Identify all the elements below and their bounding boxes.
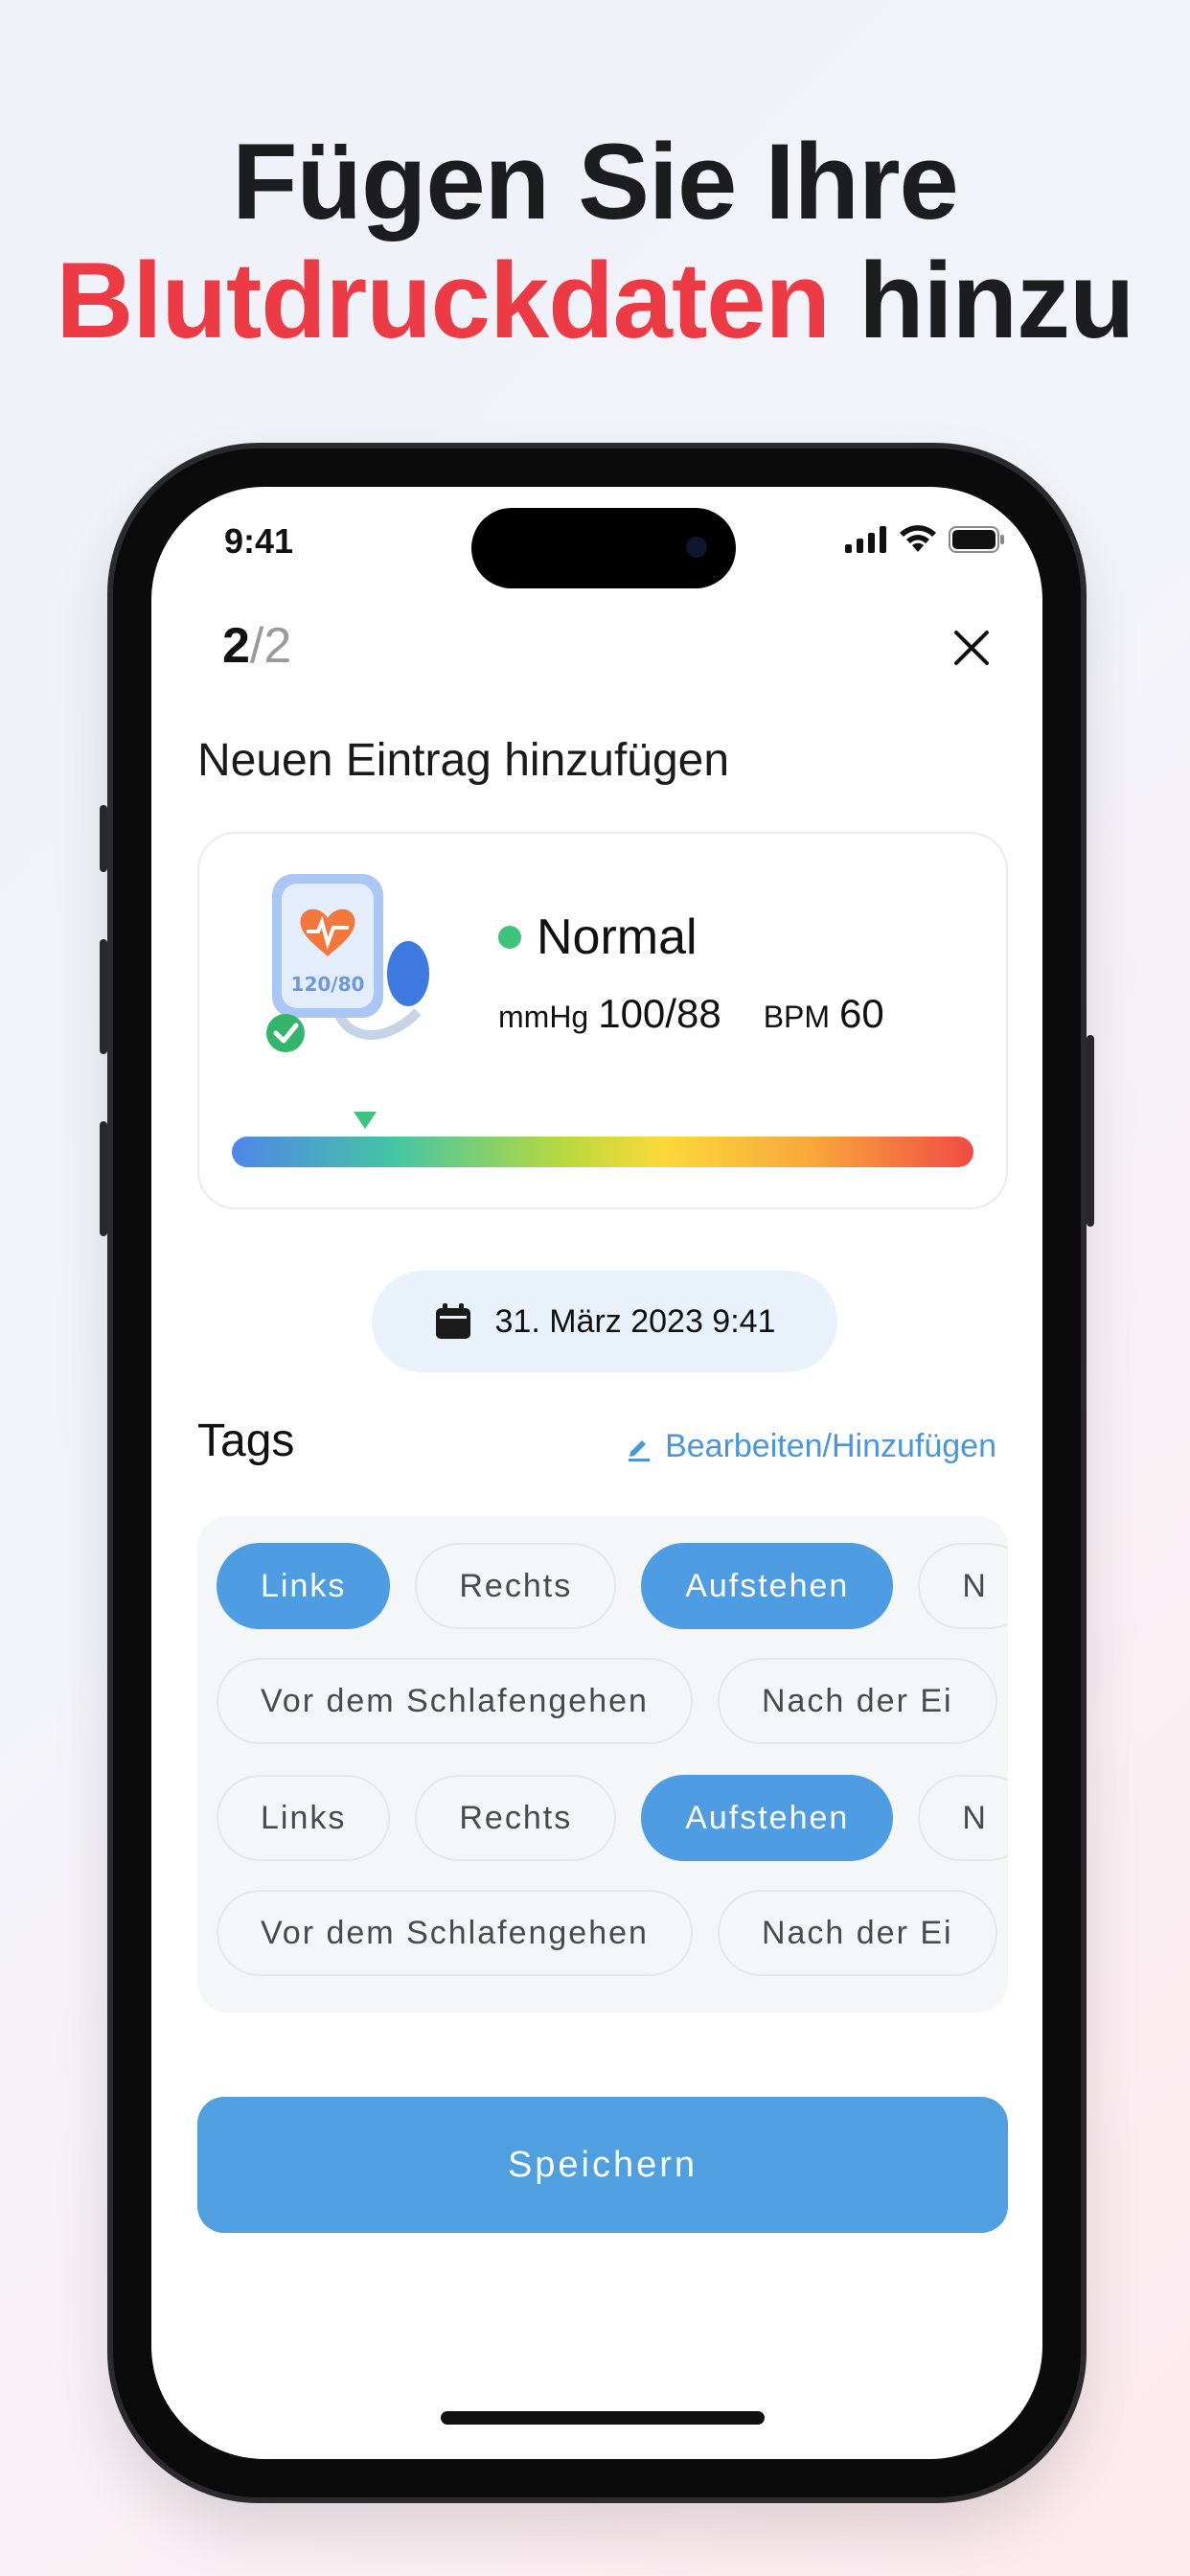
step-indicator: 2/2 <box>222 617 291 675</box>
home-indicator[interactable] <box>441 2411 765 2425</box>
tag-row: Links Rechts Aufstehen N <box>217 1775 1008 1861</box>
tags-panel: Links Rechts Aufstehen N Vor dem Schlafenge… <box>197 1516 1008 2012</box>
save-button[interactable]: Speichern <box>197 2097 1008 2233</box>
status-time: 9:41 <box>224 521 294 561</box>
page-title: Neuen Eintrag hinzufügen <box>197 735 730 786</box>
step-current: 2 <box>222 618 250 674</box>
step-total: 2 <box>263 618 292 674</box>
headline-accent: Blutdruckdaten <box>56 241 831 360</box>
tag-row: Links Rechts Aufstehen N <box>217 1543 1008 1629</box>
blood-pressure-monitor-icon: 120/80 <box>266 874 429 1052</box>
values-row: mmHg 100/88 BPM 60 <box>498 991 884 1037</box>
tag-chip[interactable]: Aufstehen <box>641 1775 894 1861</box>
range-marker <box>354 1112 378 1129</box>
wifi-icon <box>900 525 936 552</box>
status-row: Normal <box>498 908 698 966</box>
pencil-icon <box>629 1439 651 1461</box>
step-separator: / <box>249 618 264 674</box>
edit-tags-link[interactable]: Bearbeiten/Hinzufügen <box>625 1428 996 1465</box>
phone-frame: 9:41 2/2 Neuen Eintrag hinzufügen 120/80… <box>107 443 1087 2503</box>
date-picker[interactable]: 31. März 2023 9:41 <box>372 1271 837 1372</box>
tag-chip[interactable]: Links <box>217 1775 391 1861</box>
dynamic-island <box>471 508 736 588</box>
status-dot <box>498 926 521 949</box>
headline: Fügen Sie Ihre Blutdruckdaten hinzu <box>0 123 1190 360</box>
tag-chip[interactable]: Rechts <box>415 1775 617 1861</box>
device-display-value: 120/80 <box>291 973 365 996</box>
calendar-icon <box>435 1303 470 1339</box>
edit-tags-label: Bearbeiten/Hinzufügen <box>665 1428 996 1464</box>
status-label: Normal <box>537 909 698 965</box>
tag-chip[interactable]: N <box>918 1543 1008 1629</box>
phone-volume-up <box>100 939 107 1054</box>
phone-power-button <box>1087 1035 1094 1227</box>
headline-line2-rest: hinzu <box>858 241 1134 360</box>
tag-row: Vor dem Schlafengehen Nach der Ei <box>217 1658 997 1744</box>
signal-icon <box>845 526 886 553</box>
pulse-value: 60 <box>839 991 884 1036</box>
battery-icon <box>949 526 1004 553</box>
phone-screen: 9:41 2/2 Neuen Eintrag hinzufügen 120/80… <box>151 487 1042 2459</box>
tag-chip[interactable]: Nach der Ei <box>717 1890 997 1976</box>
close-icon[interactable] <box>950 627 993 669</box>
tag-chip[interactable]: N <box>918 1775 1008 1861</box>
range-bar <box>232 1137 973 1167</box>
date-text: 31. März 2023 9:41 <box>494 1302 776 1340</box>
tag-chip[interactable]: Vor dem Schlafengehen <box>217 1890 693 1976</box>
pulse-unit: BPM <box>763 1000 831 1034</box>
tags-title: Tags <box>197 1415 295 1466</box>
tag-chip[interactable]: Links <box>217 1543 391 1629</box>
phone-silent-switch <box>100 805 107 872</box>
headline-line1: Fügen Sie Ihre <box>232 122 959 242</box>
reading-card: 120/80 Normal mmHg 100/88 BPM 60 <box>197 832 1008 1209</box>
tag-chip[interactable]: Rechts <box>415 1543 617 1629</box>
tag-chip[interactable]: Nach der Ei <box>717 1658 997 1744</box>
camera-icon <box>686 537 707 558</box>
pressure-value: 100/88 <box>598 991 721 1036</box>
tag-chip[interactable]: Aufstehen <box>641 1543 894 1629</box>
tag-chip[interactable]: Vor dem Schlafengehen <box>217 1658 693 1744</box>
pressure-unit: mmHg <box>498 1000 589 1034</box>
tag-row: Vor dem Schlafengehen Nach der Ei <box>217 1890 997 1976</box>
status-icons <box>845 525 1006 554</box>
phone-bezel: 9:41 2/2 Neuen Eintrag hinzufügen 120/80… <box>113 448 1081 2497</box>
phone-volume-down <box>100 1121 107 1236</box>
